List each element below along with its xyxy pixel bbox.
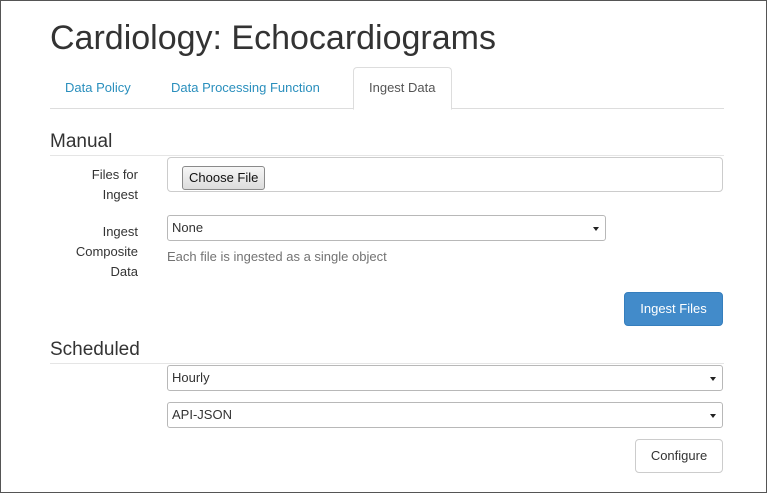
- composite-label-line3: Data: [110, 264, 138, 279]
- frequency-select-value: Hourly: [172, 370, 210, 385]
- configure-button[interactable]: Configure: [635, 439, 723, 473]
- caret-down-icon: [710, 377, 716, 381]
- tab-data-policy[interactable]: Data Policy: [50, 67, 146, 109]
- tab-bar: Data Policy Data Processing Function Ing…: [50, 67, 724, 110]
- ingest-composite-data-label: Ingest Composite Data: [38, 222, 138, 282]
- composite-help-text: Each file is ingested as a single object: [167, 249, 387, 264]
- manual-divider: [50, 155, 724, 156]
- composite-label-line2: Composite: [75, 244, 138, 259]
- choose-file-button[interactable]: Choose File: [182, 166, 266, 190]
- scheduled-heading: Scheduled: [50, 339, 140, 360]
- composite-select-value: None: [172, 220, 204, 235]
- files-label-line2: Ingest: [102, 187, 138, 202]
- files-label-line1: Files for: [91, 167, 138, 182]
- composite-data-select[interactable]: None: [167, 215, 606, 241]
- scheduled-divider: [50, 363, 724, 364]
- schedule-frequency-select[interactable]: Hourly: [167, 365, 723, 391]
- files-for-ingest-label: Files for Ingest: [38, 165, 138, 205]
- tab-ingest-data[interactable]: Ingest Data: [353, 67, 452, 110]
- source-select-value: API-JSON: [172, 407, 232, 422]
- manual-heading: Manual: [50, 131, 113, 152]
- tab-data-processing-function[interactable]: Data Processing Function: [156, 67, 335, 109]
- ingest-files-button[interactable]: Ingest Files: [624, 292, 723, 326]
- caret-down-icon: [710, 414, 716, 418]
- composite-label-line1: Ingest: [102, 224, 138, 239]
- caret-down-icon: [593, 227, 599, 231]
- file-input[interactable]: Choose File: [167, 157, 723, 192]
- schedule-source-select[interactable]: API-JSON: [167, 402, 723, 428]
- page-title: Cardiology: Echocardiograms: [50, 19, 496, 57]
